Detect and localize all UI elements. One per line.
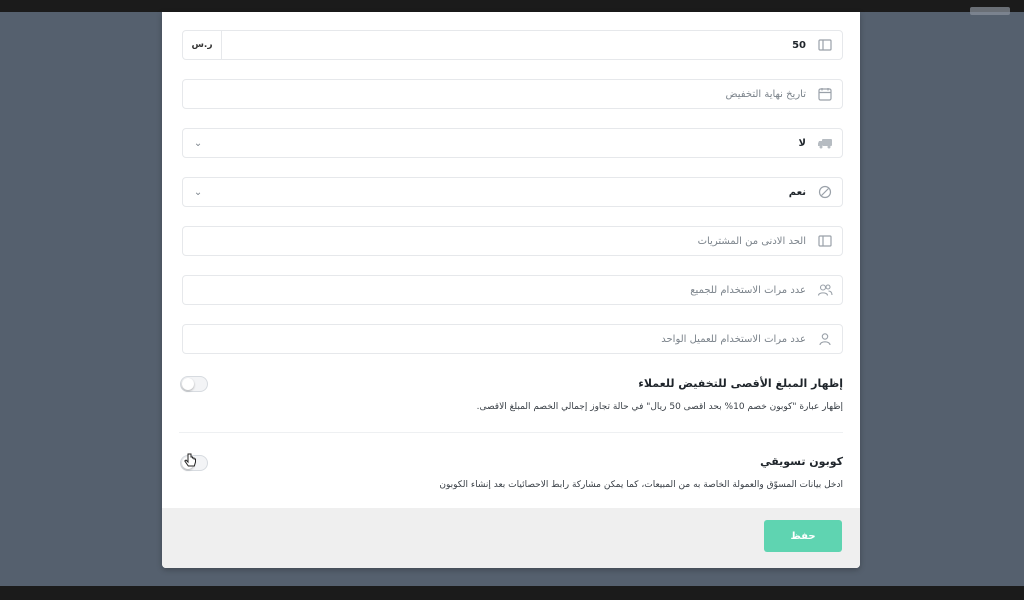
usage-limit-per-customer-field[interactable]: عدد مرات الاستخدام للعميل الواحد <box>182 324 843 354</box>
free-shipping-value: لا <box>798 137 806 149</box>
currency-suffix: ر.س <box>183 31 222 59</box>
end-date-placeholder: تاريخ نهاية التخفيض <box>725 88 806 100</box>
max-discount-toggle[interactable] <box>180 376 208 392</box>
money-icon <box>808 31 842 59</box>
usage-limit-total-field[interactable]: عدد مرات الاستخدام للجميع <box>182 275 843 305</box>
discount-amount-field[interactable]: 50 ر.س <box>182 30 843 60</box>
discount-amount-value: 50 <box>792 39 806 51</box>
min-purchase-field[interactable]: الحد الادنى من المشتريات <box>182 226 843 256</box>
truck-icon <box>808 129 842 157</box>
top-bar <box>0 0 1024 12</box>
max-discount-description: إظهار عبارة "كوبون خصم 10% بحد اقصى 50 ر… <box>476 402 843 412</box>
usage-limit-total-placeholder: عدد مرات الاستخدام للجميع <box>690 284 806 296</box>
modal-footer: حفظ <box>162 508 860 568</box>
marketing-coupon-description: ادخل بيانات المسوّق والعمولة الخاصة به م… <box>439 480 843 490</box>
chevron-down-icon[interactable]: ⌄ <box>183 129 213 157</box>
usage-limit-per-customer-placeholder: عدد مرات الاستخدام للعميل الواحد <box>661 333 806 345</box>
toggle-knob <box>182 378 194 390</box>
min-purchase-placeholder: الحد الادنى من المشتريات <box>697 235 806 247</box>
exclude-discounted-select[interactable]: نعم ⌄ <box>182 177 843 207</box>
marketing-coupon-title: كوبون تسويقي <box>760 455 843 468</box>
end-date-field[interactable]: تاريخ نهاية التخفيض <box>182 79 843 109</box>
circle-slash-icon <box>808 178 842 206</box>
exclude-discounted-value: نعم <box>788 186 806 198</box>
bottom-bar <box>0 586 1024 600</box>
money-icon <box>808 227 842 255</box>
max-discount-title: إظهار المبلغ الأقصى للتخفيض للعملاء <box>638 377 843 390</box>
window-controls <box>970 7 1010 15</box>
hand-cursor-icon <box>184 453 196 473</box>
coupon-form-modal: 50 ر.س تاريخ نهاية التخفيض لا ⌄ نعم ⌄ ال… <box>162 12 860 568</box>
free-shipping-select[interactable]: لا ⌄ <box>182 128 843 158</box>
save-button[interactable]: حفظ <box>764 520 842 552</box>
section-divider <box>179 432 843 433</box>
chevron-down-icon[interactable]: ⌄ <box>183 178 213 206</box>
user-icon <box>808 325 842 353</box>
users-icon <box>808 276 842 304</box>
calendar-icon <box>808 80 842 108</box>
